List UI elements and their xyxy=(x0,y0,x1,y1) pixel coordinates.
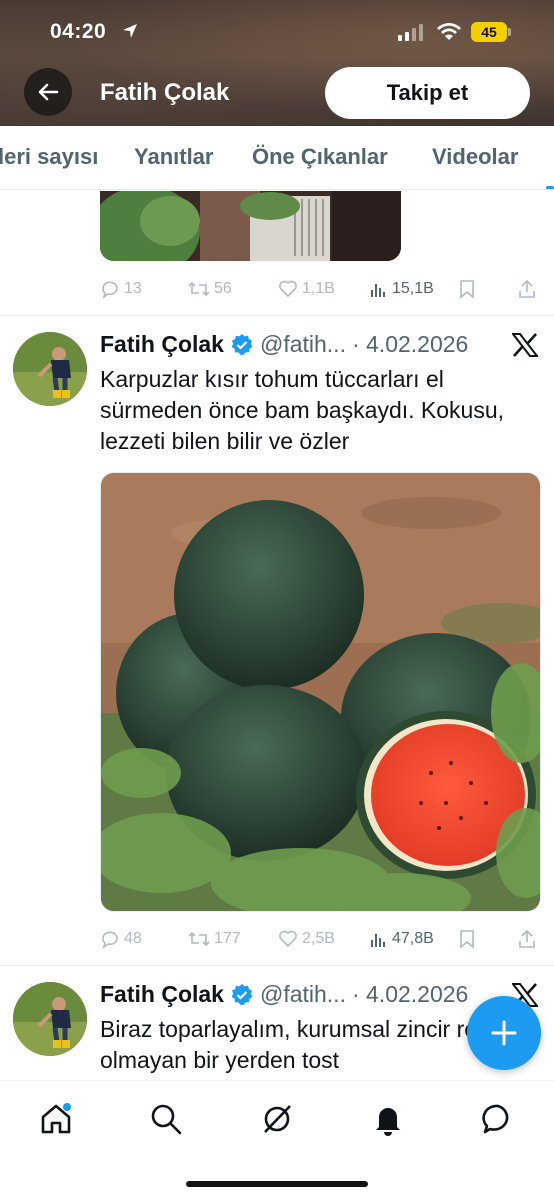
heart-icon xyxy=(279,280,297,298)
watermelon-photo xyxy=(101,473,540,911)
tweet-handle[interactable]: @fatih... xyxy=(260,981,346,1008)
profile-tabs: leri sayısı Yanıtlar Öne Çıkanlar Videol… xyxy=(0,126,554,190)
views-count: 47,8B xyxy=(392,930,434,947)
tab-scroll-indicator xyxy=(546,186,554,189)
status-time: 04:20 xyxy=(50,20,107,43)
tab-highlights[interactable]: Öne Çıkanlar xyxy=(252,144,388,170)
tweet-media-image[interactable] xyxy=(100,191,401,261)
like-action[interactable]: 1,1B xyxy=(278,279,335,299)
status-bar: 04:20 45 xyxy=(0,18,554,48)
tweet-author-name[interactable]: Fatih Çolak xyxy=(100,331,224,358)
tweet-date[interactable]: · 4.02.2026 xyxy=(352,981,468,1008)
compose-button[interactable] xyxy=(467,996,541,1070)
grok-icon xyxy=(264,1105,291,1133)
share-icon xyxy=(519,279,535,298)
bookmark-icon xyxy=(460,280,474,299)
tweet-header: Fatih Çolak @fatih... · 4.02.2026 xyxy=(100,981,468,1008)
reply-count: 13 xyxy=(124,280,142,297)
nav-home[interactable] xyxy=(36,1099,76,1139)
battery-tip xyxy=(508,28,511,36)
views-action[interactable]: 15,1B xyxy=(370,280,434,298)
retweet-icon xyxy=(188,281,210,297)
tweet-divider xyxy=(0,315,554,316)
tweet-header: Fatih Çolak @fatih... · 4.02.2026 xyxy=(100,331,468,358)
back-button[interactable] xyxy=(24,68,72,116)
tweet-handle[interactable]: @fatih... xyxy=(260,331,346,358)
like-action[interactable]: 2,5B xyxy=(278,929,335,949)
retweet-action[interactable]: 177 xyxy=(188,929,241,949)
views-icon xyxy=(371,284,385,297)
verified-badge-icon xyxy=(230,333,254,357)
search-icon xyxy=(151,1104,182,1135)
retweet-action[interactable]: 56 xyxy=(188,279,232,299)
avatar-photo xyxy=(13,982,87,1056)
tweet-text: Karpuzlar kısır tohum tüccarları el sürm… xyxy=(100,366,505,454)
reply-action[interactable]: 13 xyxy=(100,279,142,299)
heart-icon xyxy=(279,930,297,948)
cellular-signal-icon xyxy=(398,24,423,41)
messages-icon xyxy=(482,1104,509,1134)
share-action[interactable] xyxy=(518,929,536,949)
retweet-count: 56 xyxy=(214,280,232,297)
nav-grok[interactable] xyxy=(257,1099,297,1139)
arrow-left-icon xyxy=(38,83,59,101)
previous-tweet-photo xyxy=(100,191,401,261)
avatar-photo xyxy=(13,332,87,406)
share-action[interactable] xyxy=(518,279,536,299)
avatar[interactable] xyxy=(13,332,87,406)
avatar[interactable] xyxy=(13,982,87,1056)
notification-dot xyxy=(63,1103,71,1111)
tab-highlights-count[interactable]: leri sayısı xyxy=(0,144,98,170)
tab-videos[interactable]: Videolar xyxy=(432,144,518,170)
retweet-count: 177 xyxy=(214,930,241,947)
views-count: 15,1B xyxy=(392,280,434,297)
tweet-author-name[interactable]: Fatih Çolak xyxy=(100,981,224,1008)
share-icon xyxy=(519,929,535,948)
bookmark-action[interactable] xyxy=(458,279,476,299)
wifi-icon xyxy=(437,23,461,40)
tweet-actions: 13 56 1,1B 15,1B xyxy=(100,277,540,301)
tab-replies[interactable]: Yanıtlar xyxy=(134,144,213,170)
reply-icon xyxy=(102,281,118,299)
header-profile-name: Fatih Çolak xyxy=(100,79,230,106)
home-indicator xyxy=(186,1181,368,1187)
tweet-date[interactable]: · 4.02.2026 xyxy=(352,331,468,358)
verified-badge-icon xyxy=(230,983,254,1007)
tweet-actions: 48 177 2,5B 47,8B xyxy=(100,927,540,951)
nav-notifications[interactable] xyxy=(368,1099,408,1139)
reply-icon xyxy=(102,931,118,949)
bookmark-action[interactable] xyxy=(458,929,476,949)
tweet-media-image[interactable] xyxy=(100,472,541,912)
like-count: 1,1B xyxy=(302,280,335,297)
reply-action[interactable]: 48 xyxy=(100,929,142,949)
bookmark-icon xyxy=(460,930,474,949)
like-count: 2,5B xyxy=(302,930,335,947)
views-icon xyxy=(371,934,385,947)
notifications-icon xyxy=(376,1108,400,1136)
x-logo-icon xyxy=(512,333,538,357)
reply-count: 48 xyxy=(124,930,142,947)
nav-messages[interactable] xyxy=(478,1099,518,1139)
nav-search[interactable] xyxy=(146,1099,186,1139)
battery-indicator: 45 xyxy=(471,22,507,42)
tweet-divider xyxy=(0,965,554,966)
views-action[interactable]: 47,8B xyxy=(370,930,434,948)
follow-button[interactable]: Takip et xyxy=(325,67,530,119)
retweet-icon xyxy=(188,931,210,947)
location-arrow-icon xyxy=(123,24,137,38)
plus-icon xyxy=(491,1020,517,1046)
